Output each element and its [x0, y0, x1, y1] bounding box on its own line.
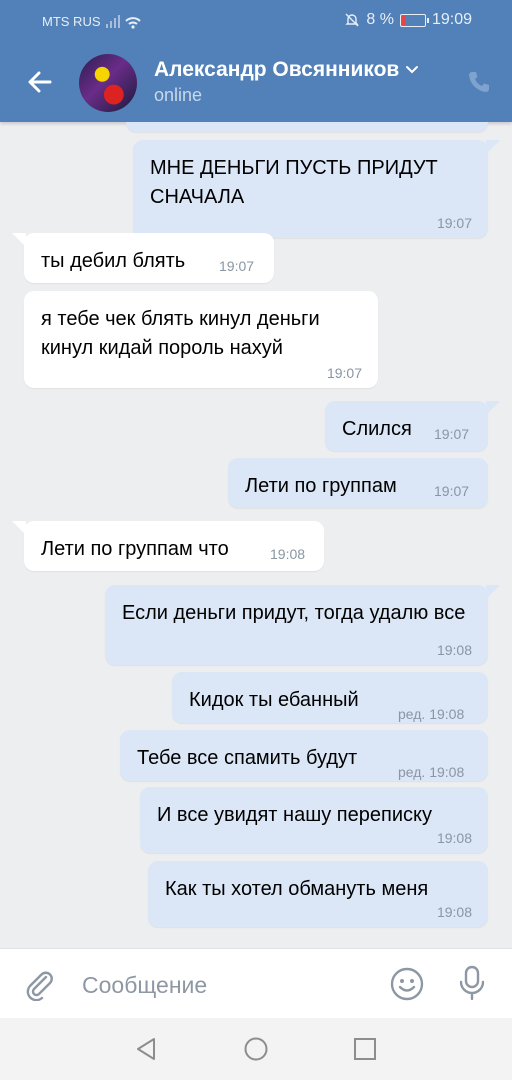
message-bubble-outgoing[interactable]: Тебе все спамить будут ред. 19:08	[120, 730, 488, 781]
message-bubble-partial	[126, 122, 488, 132]
message-bubble-outgoing[interactable]: Если деньги придут, тогда удалю все 19:0…	[105, 585, 500, 665]
message-text: Если деньги придут, тогда удалю все	[122, 602, 466, 624]
message-time: 19:08	[436, 642, 472, 658]
paperclip-icon[interactable]	[22, 967, 56, 1001]
battery-icon	[399, 13, 429, 27]
back-arrow-icon[interactable]	[24, 66, 56, 98]
signal-icon	[106, 15, 141, 29]
contact-name-row[interactable]: Александр Овсянников	[154, 58, 419, 82]
message-bubble-outgoing[interactable]: Кидок ты ебанный ред. 19:08	[172, 672, 488, 723]
message-text: Лети по группам что	[41, 538, 229, 560]
message-bubble-outgoing[interactable]: Лети по группам 19:07	[228, 458, 488, 508]
status-bar: MTS RUS 8 % 19:09	[0, 0, 512, 42]
message-time: 19:08	[436, 830, 472, 846]
message-text: И все увидят нашу переписку	[157, 804, 432, 826]
nav-back-icon[interactable]	[134, 1036, 160, 1062]
message-time: 19:07	[326, 365, 362, 381]
message-list: МНЕ ДЕНЬГИ ПУСТЬ ПРИДУТ СНАЧАЛА 19:07 ты…	[0, 122, 512, 948]
message-time: 19:07	[436, 215, 472, 231]
message-bubble-incoming[interactable]: я тебе чек блять кинул деньги кинул кида…	[24, 291, 378, 388]
message-time: ред. 19:08	[398, 706, 465, 722]
chevron-down-icon	[406, 66, 419, 74]
system-nav-bar	[0, 1018, 512, 1080]
nav-recents-icon[interactable]	[352, 1036, 378, 1062]
battery-percent: 8 %	[366, 11, 394, 28]
message-bubble-incoming[interactable]: ты дебил блять 19:07	[12, 233, 274, 283]
message-bubble-outgoing[interactable]: Слился 19:07	[325, 401, 500, 451]
message-text: МНЕ ДЕНЬГИ ПУСТЬ ПРИДУТ СНАЧАЛА	[150, 157, 438, 208]
carrier-name: MTS RUS	[42, 14, 101, 29]
message-bubble-outgoing[interactable]: И все увидят нашу переписку 19:08	[140, 787, 488, 853]
message-text: Как ты хотел обмануть меня	[165, 878, 429, 900]
contact-name: Александр Овсянников	[154, 58, 400, 81]
presence-status: online	[154, 85, 203, 105]
chat-header: Александр Овсянников online	[0, 42, 512, 122]
message-composer	[0, 948, 512, 1019]
clock: 19:09	[431, 11, 472, 28]
nav-home-icon[interactable]	[243, 1036, 269, 1062]
message-time: 19:07	[434, 426, 470, 442]
message-bubble-outgoing[interactable]: Как ты хотел обмануть меня 19:08	[148, 861, 488, 927]
avatar[interactable]	[79, 54, 137, 112]
message-bubble-incoming[interactable]: Лети по группам что 19:08	[12, 521, 324, 571]
message-text: я тебе чек блять кинул деньги кинул кида…	[41, 308, 320, 359]
phone-icon[interactable]	[466, 69, 492, 95]
message-time: 19:08	[270, 546, 306, 562]
message-time: 19:07	[219, 258, 255, 274]
message-time: ред. 19:08	[398, 764, 465, 780]
message-time: 19:08	[436, 904, 472, 920]
message-bubble-outgoing[interactable]: МНЕ ДЕНЬГИ ПУСТЬ ПРИДУТ СНАЧАЛА 19:07	[133, 140, 500, 238]
message-time: 19:07	[434, 483, 470, 499]
mute-bell-icon	[345, 13, 360, 27]
smile-icon[interactable]	[389, 966, 425, 1002]
mic-icon[interactable]	[455, 964, 489, 1002]
message-input[interactable]	[80, 967, 374, 1003]
